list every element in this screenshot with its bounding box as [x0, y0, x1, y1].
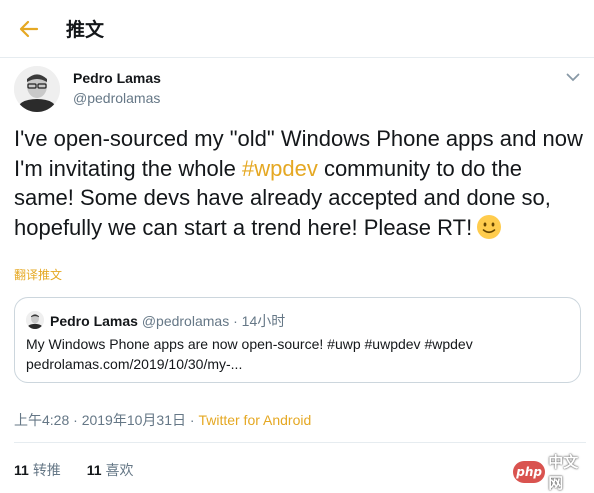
dot-separator: · — [185, 412, 199, 428]
author-handle[interactable]: @pedrolamas — [73, 90, 160, 106]
author-name[interactable]: Pedro Lamas — [73, 70, 161, 86]
likes-count: 11 — [86, 462, 102, 478]
smiling-face-emoji-icon — [477, 214, 502, 239]
likes-stat[interactable]: 11 喜欢 — [87, 460, 134, 480]
tweet-stats: 11 转推 11 喜欢 — [14, 460, 156, 480]
watermark-text: 中文网 — [548, 453, 579, 492]
tweet-timestamp[interactable]: 上午4:28 · 2019年10月31日 — [14, 412, 186, 428]
page-title: 推文 — [66, 19, 105, 41]
dot-separator: · — [229, 313, 242, 329]
tweet-text: I've open-sourced my "old" Windows Phone… — [14, 124, 586, 242]
quoted-tweet-card[interactable]: Pedro Lamas @pedrolamas · 14小时 My Window… — [14, 297, 581, 383]
quoted-author-name: Pedro Lamas — [50, 313, 138, 329]
hashtag-link[interactable]: #wpdev — [242, 156, 318, 181]
tweet-meta: 上午4:28 · 2019年10月31日 · Twitter for Andro… — [14, 410, 311, 430]
watermark-logo: php — [513, 461, 546, 483]
avatar-image — [14, 66, 60, 112]
quoted-author-handle: @pedrolamas — [141, 313, 230, 329]
author-avatar[interactable] — [14, 66, 60, 112]
top-bar: 推文 — [0, 0, 594, 58]
avatar-image — [26, 311, 44, 329]
likes-label: 喜欢 — [105, 462, 134, 478]
retweets-label: 转推 — [32, 462, 61, 478]
back-button[interactable] — [14, 14, 44, 44]
arrow-left-icon — [19, 20, 39, 38]
retweets-count: 11 — [14, 462, 29, 478]
translate-tweet-link[interactable]: 翻译推文 — [14, 266, 62, 283]
tweet-menu-button[interactable] — [562, 68, 584, 86]
quoted-tweet-header: Pedro Lamas @pedrolamas · 14小时 — [50, 311, 285, 331]
quoted-tweet-link: pedrolamas.com/2019/10/30/my-... — [26, 356, 243, 372]
chevron-down-icon — [566, 73, 580, 81]
quoted-author-avatar — [26, 311, 44, 329]
site-watermark: php 中文网 — [513, 453, 591, 492]
retweets-stat[interactable]: 11 转推 — [14, 460, 61, 480]
divider — [14, 442, 586, 443]
tweet-source-link[interactable]: Twitter for Android — [198, 412, 311, 428]
quoted-tweet-time: 14小时 — [241, 313, 286, 329]
quoted-tweet-text: My Windows Phone apps are now open-sourc… — [26, 336, 473, 352]
